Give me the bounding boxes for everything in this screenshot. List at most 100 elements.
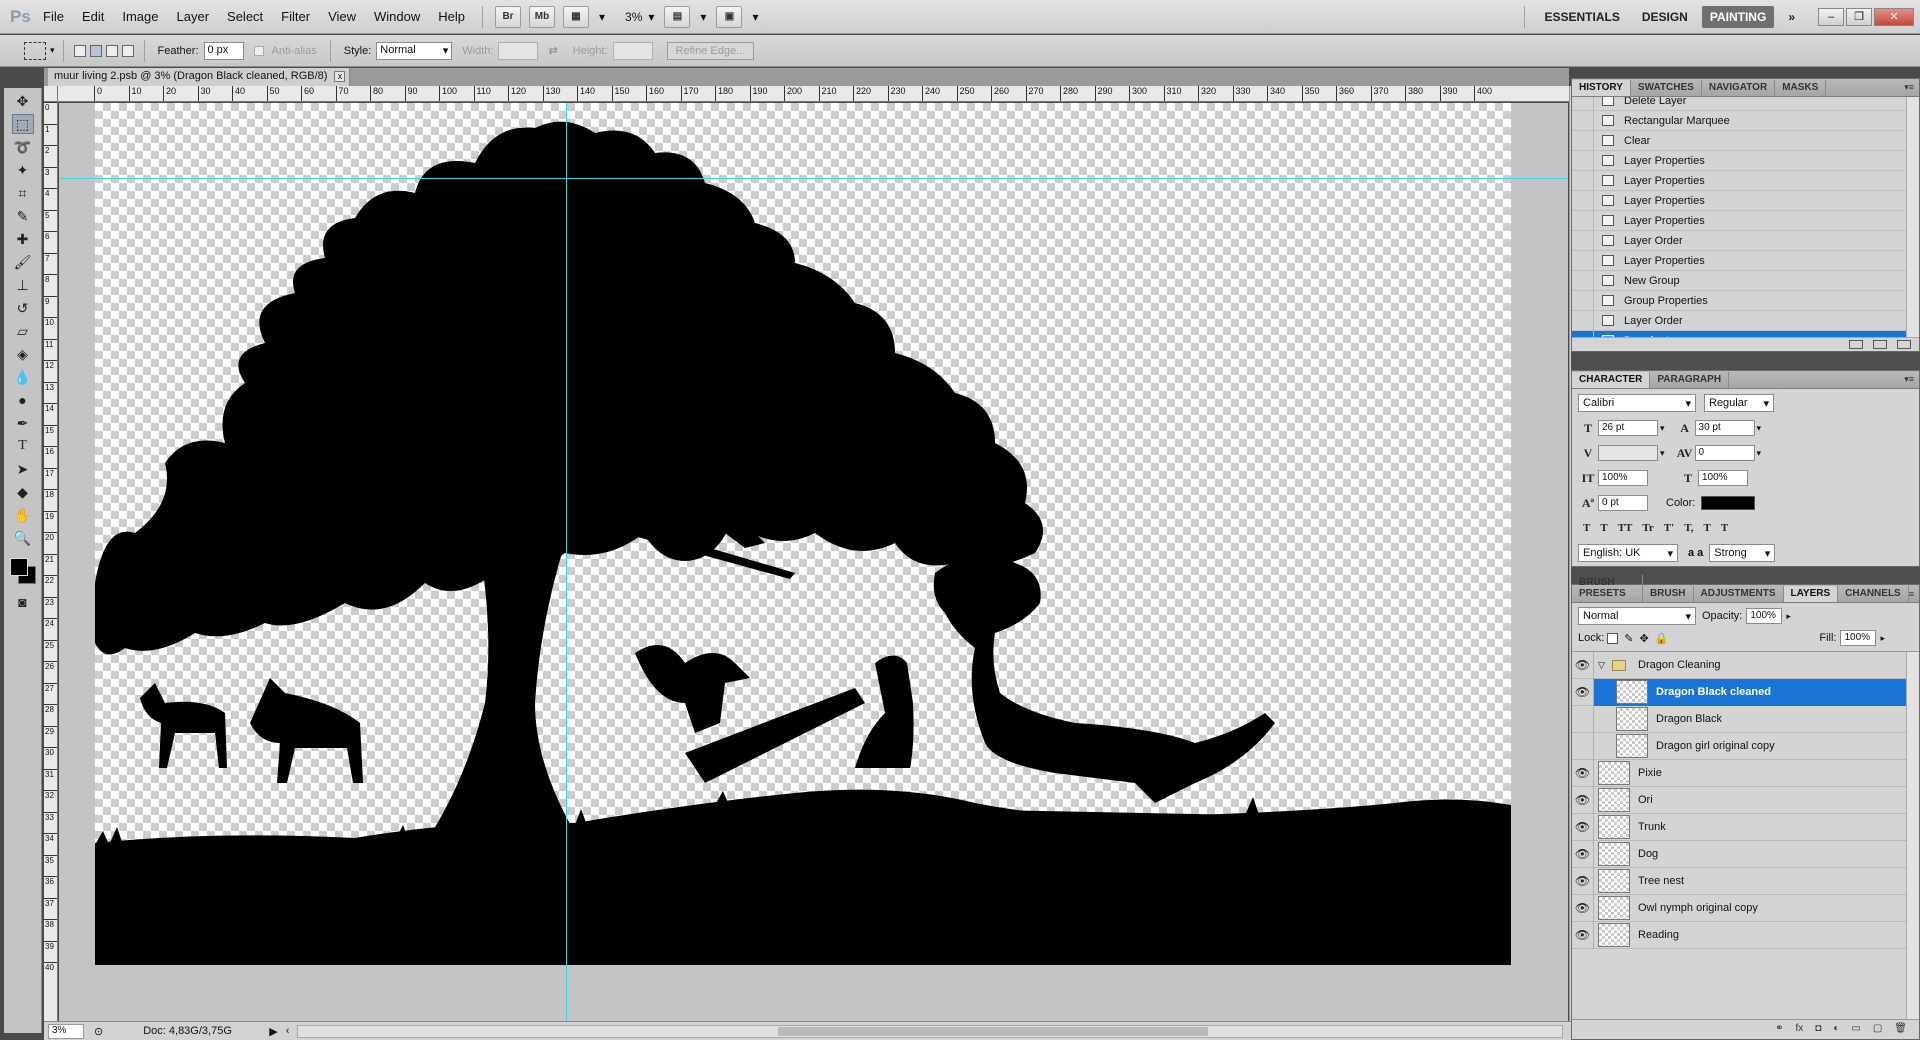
lock-image-icon[interactable]: ✎ [1624, 632, 1633, 645]
move-tool-icon[interactable]: ✥ [12, 91, 34, 111]
chevron-down-icon[interactable]: ▾ [599, 10, 605, 24]
visibility-eye-icon[interactable]: 👁 [1572, 678, 1594, 706]
tab-character[interactable]: CHARACTER [1572, 372, 1651, 388]
chevron-down-icon[interactable]: ▾ [1757, 448, 1762, 459]
layer-row[interactable]: 👁 Dragon Black cleaned [1572, 678, 1906, 706]
zoom-field[interactable]: 3% [48, 1023, 84, 1039]
faux-style-button[interactable]: T [1600, 522, 1607, 534]
shape-tool-icon[interactable]: ◆ [12, 482, 34, 502]
history-state[interactable]: Layer Properties [1572, 170, 1906, 191]
anti-alias-checkbox[interactable] [253, 45, 264, 56]
history-brush-source[interactable] [1572, 110, 1594, 131]
lasso-tool-icon[interactable]: ➰ [12, 137, 34, 157]
history-state[interactable]: Layer Properties [1572, 190, 1906, 211]
history-state[interactable]: Layer Properties [1572, 210, 1906, 231]
tab-masks[interactable]: MASKS [1775, 80, 1827, 96]
history-brush-source[interactable] [1572, 330, 1594, 337]
history-state[interactable]: Layer Order [1572, 230, 1906, 251]
color-swatches[interactable] [8, 556, 38, 586]
history-brush-source[interactable] [1572, 250, 1594, 271]
history-state[interactable]: Clear [1572, 130, 1906, 151]
document-canvas[interactable] [59, 103, 1568, 1021]
brush-tool-icon[interactable]: 🖌 [12, 252, 34, 272]
font-style-dropdown[interactable]: Regular ▾ [1704, 394, 1774, 412]
workspace-more-button[interactable]: » [1780, 6, 1803, 28]
history-brush-tool-icon[interactable]: ↺ [12, 298, 34, 318]
tab-layers[interactable]: LAYERS [1783, 586, 1839, 602]
layer-main[interactable]: Trunk [1594, 814, 1906, 841]
link-layers-icon[interactable]: ⚭ [1775, 1023, 1783, 1034]
menu-help[interactable]: Help [429, 9, 474, 24]
ruler-origin[interactable] [44, 86, 58, 102]
hand-tool-icon[interactable]: ✋ [12, 505, 34, 525]
baseline-shift-input[interactable]: 0 pt [1598, 495, 1648, 511]
close-document-icon[interactable]: x [334, 71, 346, 82]
visibility-eye-icon[interactable] [1572, 705, 1594, 733]
chevron-down-icon[interactable]: ▾ [50, 45, 55, 56]
history-brush-source[interactable] [1572, 150, 1594, 171]
horizontal-guide[interactable] [59, 178, 1568, 179]
visibility-eye-icon[interactable]: 👁 [1572, 813, 1594, 841]
horizontal-scale-input[interactable]: 100% [1698, 470, 1748, 486]
layer-main[interactable]: Tree nest [1594, 868, 1906, 895]
foreground-color-swatch[interactable] [9, 558, 28, 576]
document-tab[interactable]: muur living 2.psb @ 3% (Dragon Black cle… [48, 68, 351, 86]
trash-icon[interactable]: 🗑 [1894, 1023, 1907, 1034]
view-extras-button[interactable]: ▦ [563, 5, 590, 28]
style-dropdown[interactable]: Normal ▾ [376, 41, 453, 60]
faux-style-button[interactable]: Tr [1642, 522, 1653, 534]
layer-row[interactable]: 👁 Ori [1572, 786, 1906, 814]
font-size-input[interactable]: 26 pt [1598, 420, 1658, 436]
path-selection-tool-icon[interactable]: ➤ [12, 459, 34, 479]
lock-transparent-icon[interactable] [1607, 632, 1619, 644]
lock-position-icon[interactable]: ✥ [1640, 632, 1649, 645]
layer-main[interactable]: ▽ Dragon Cleaning [1594, 652, 1906, 679]
quick-mask-icon[interactable]: ◙ [12, 592, 34, 612]
chevron-down-icon[interactable]: ▾ [1757, 423, 1762, 434]
new-group-icon[interactable]: ▭ [1851, 1023, 1860, 1034]
scrollbar-thumb[interactable] [778, 1026, 1209, 1036]
add-mask-icon[interactable]: ◘ [1815, 1023, 1821, 1034]
menu-edit[interactable]: Edit [73, 9, 113, 24]
vertical-scale-input[interactable]: 100% [1598, 470, 1648, 486]
swap-dimensions-icon[interactable]: ⇄ [548, 44, 557, 57]
layer-main[interactable]: Dragon Black [1594, 706, 1906, 733]
dodge-tool-icon[interactable]: ● [12, 390, 34, 410]
workspace-painting[interactable]: PAINTING [1701, 5, 1775, 28]
tab-channels[interactable]: CHANNELS [1838, 586, 1909, 602]
layer-group-row[interactable]: 👁 ▽ Dragon Cleaning [1572, 652, 1906, 679]
new-snapshot-icon[interactable] [1873, 340, 1887, 349]
opacity-slider-arrow-icon[interactable]: ▸ [1786, 611, 1791, 622]
kerning-input[interactable] [1598, 445, 1658, 461]
tab-brush[interactable]: BRUSH [1643, 586, 1694, 602]
history-brush-source[interactable] [1572, 290, 1594, 311]
history-state[interactable]: Delete Layer [1572, 97, 1906, 111]
text-color-swatch[interactable] [1701, 496, 1756, 510]
restore-button[interactable]: ❐ [1846, 7, 1872, 26]
scroll-left-icon[interactable]: ‹ [286, 1025, 290, 1037]
layer-row[interactable]: 👁 Reading [1572, 921, 1906, 949]
leading-input[interactable]: 30 pt [1694, 420, 1755, 436]
status-info-icon[interactable]: ⊙ [94, 1025, 103, 1038]
history-brush-source[interactable] [1572, 130, 1594, 151]
workspace-essentials[interactable]: ESSENTIALS [1536, 6, 1627, 28]
tab-history[interactable]: HISTORY [1572, 80, 1631, 96]
new-layer-icon[interactable]: ▢ [1873, 1023, 1882, 1034]
history-brush-source[interactable] [1572, 190, 1594, 211]
layer-row[interactable]: 👁 Owl nymph original copy [1572, 894, 1906, 922]
height-input[interactable] [612, 41, 653, 60]
visibility-eye-icon[interactable]: 👁 [1572, 867, 1594, 895]
adjustment-layer-icon[interactable]: ◐ [1833, 1023, 1839, 1034]
arrange-documents-button[interactable]: ▤ [664, 5, 691, 28]
eyedropper-tool-icon[interactable]: ✎ [12, 206, 34, 226]
layer-main[interactable]: Owl nymph original copy [1594, 895, 1906, 922]
launch-mini-bridge-button[interactable]: Mb [529, 5, 556, 28]
history-state[interactable]: Layer Properties [1572, 150, 1906, 171]
history-state[interactable]: Group Properties [1572, 290, 1906, 311]
horizontal-ruler[interactable]: 0 10 20 30 40 50 60 70 80 90 100 110 120 130 140 150 160… [58, 86, 1570, 102]
panel-menu-icon[interactable]: ▾≡ [1904, 374, 1919, 388]
visibility-eye-icon[interactable]: 👁 [1572, 840, 1594, 868]
visibility-eye-icon[interactable]: 👁 [1572, 921, 1594, 949]
menu-layer[interactable]: Layer [168, 9, 219, 24]
new-selection-icon[interactable] [73, 44, 86, 57]
